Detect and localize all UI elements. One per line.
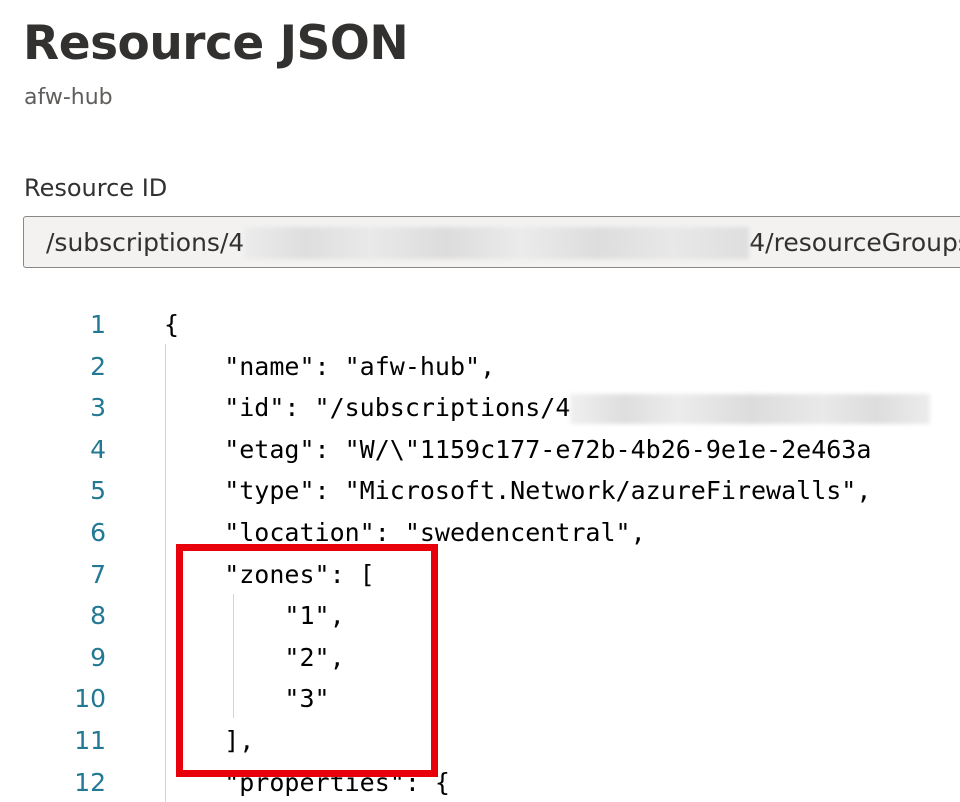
page-title: Resource JSON — [23, 16, 409, 71]
line-number: 11 — [74, 726, 106, 755]
line-number: 5 — [90, 476, 106, 506]
redacted-subscription-id — [570, 394, 931, 425]
line-number: 4 — [90, 434, 106, 464]
code-line[interactable]: 11 ], — [0, 720, 960, 762]
code-line[interactable]: 8 "1", — [0, 595, 960, 637]
redacted-subscription-id — [244, 227, 750, 259]
json-code-editor[interactable]: 1 { 2 "name": "afw-hub", 3 "id": "/subsc… — [0, 304, 960, 802]
resource-id-prefix: /subscriptions/4 — [46, 228, 245, 257]
code-line[interactable]: 5 "type": "Microsoft.Network/azureFirewa… — [0, 470, 960, 512]
resource-id-value[interactable]: /subscriptions/4 4/resourceGroups — [46, 227, 960, 259]
resource-json-pane: Resource JSON afw-hub Resource ID /subsc… — [0, 0, 960, 802]
line-number: 10 — [74, 684, 106, 714]
code-line[interactable]: 2 "name": "afw-hub", — [0, 346, 960, 388]
code-text: "id": "/subscriptions/4 — [164, 387, 931, 429]
line-number: 9 — [90, 642, 106, 672]
line-number: 6 — [90, 518, 106, 547]
code-text: "etag": "W/\"1159c177-e72b-4b26-9e1e-2e4… — [164, 434, 872, 464]
line-number: 12 — [74, 767, 106, 797]
line-number: 7 — [90, 559, 106, 589]
line-number: 8 — [90, 601, 106, 631]
code-line[interactable]: 9 "2", — [0, 637, 960, 679]
code-line[interactable]: 7 "zones": [ — [0, 554, 960, 596]
code-line[interactable]: 10 "3" — [0, 678, 960, 720]
resource-id-field[interactable]: /subscriptions/4 4/resourceGroups — [23, 216, 960, 268]
line-number: 2 — [90, 351, 106, 381]
code-line[interactable]: 3 "id": "/subscriptions/4 — [0, 387, 960, 429]
resource-id-suffix: 4/resourceGroups — [749, 228, 960, 257]
code-text: { — [164, 310, 180, 339]
zones-highlight-box — [176, 544, 438, 777]
resource-id-label: Resource ID — [24, 174, 168, 202]
code-line[interactable]: 1 { — [0, 304, 960, 346]
code-line[interactable]: 6 "location": "swedencentral", — [0, 512, 960, 554]
page-subtitle: afw-hub — [24, 85, 113, 110]
line-number: 1 — [90, 310, 106, 339]
code-text: "name": "afw-hub", — [164, 351, 496, 381]
code-line[interactable]: 4 "etag": "W/\"1159c177-e72b-4b26-9e1e-2… — [0, 429, 960, 471]
code-line[interactable]: 12 "properties": { — [0, 762, 960, 802]
line-number: 3 — [90, 393, 106, 423]
code-text: "type": "Microsoft.Network/azureFirewall… — [164, 476, 872, 506]
code-text-id: "id": "/subscriptions/4 — [164, 393, 571, 423]
